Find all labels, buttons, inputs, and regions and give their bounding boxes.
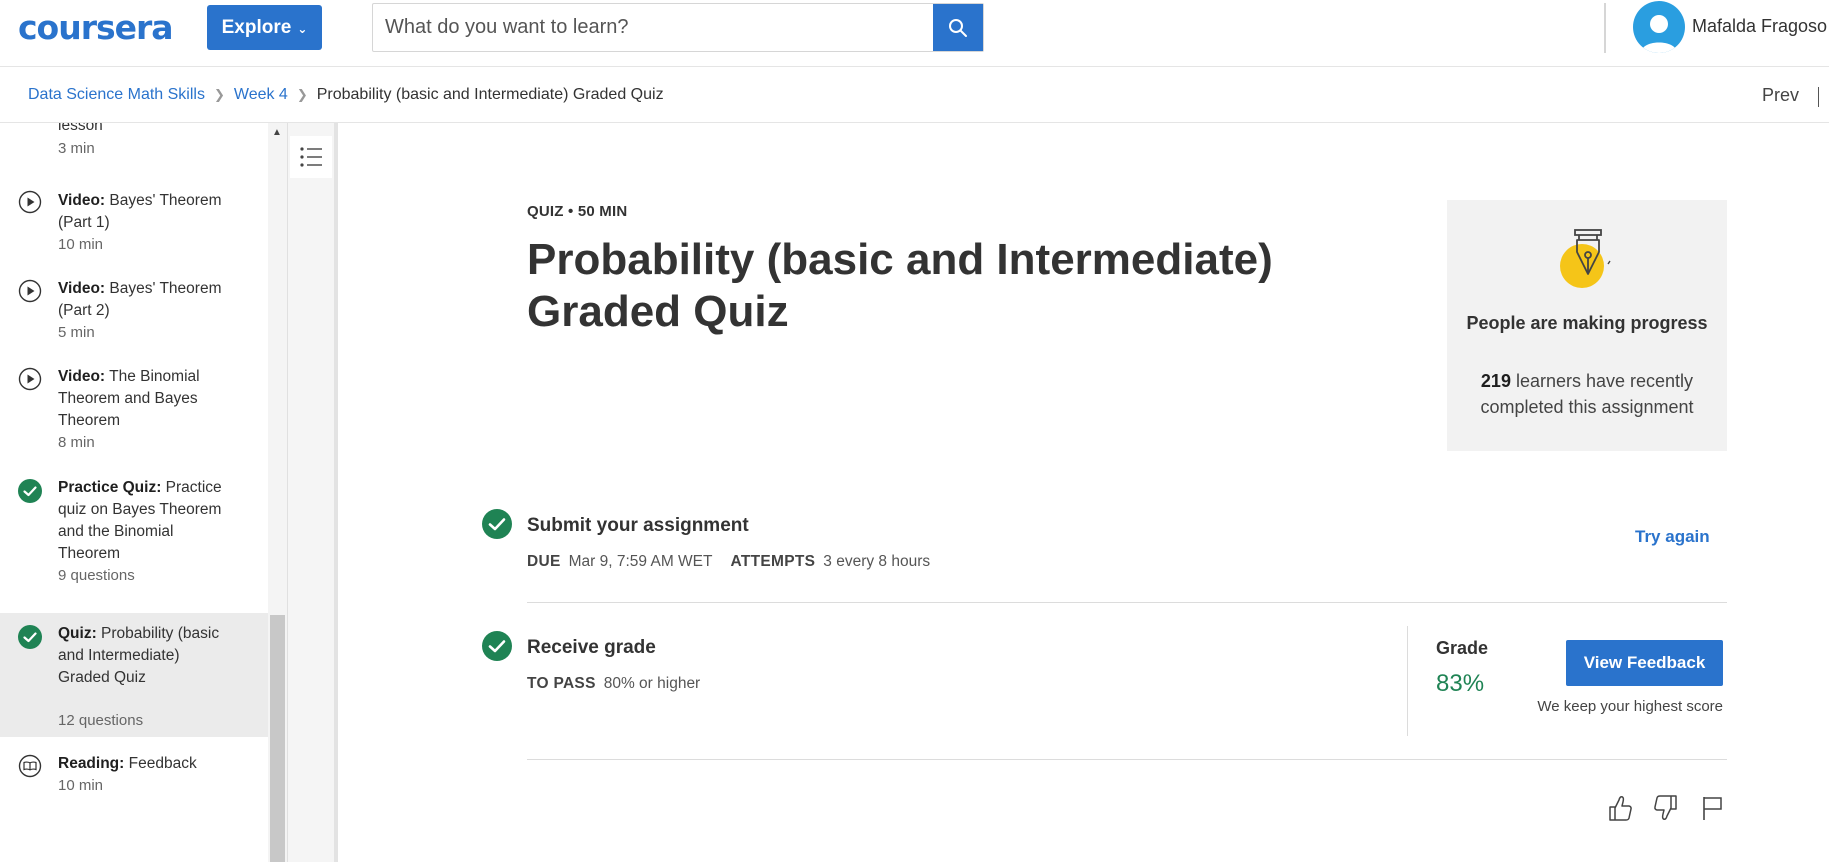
check-circle-icon (18, 479, 42, 503)
breadcrumb-course[interactable]: Data Science Math Skills (28, 86, 205, 104)
thumbs-up-icon[interactable] (1607, 794, 1633, 822)
to-pass-label: TO PASS (527, 675, 596, 692)
sidebar-item-meta: 9 questions (58, 567, 135, 584)
chevron-down-icon: ⌄ (297, 21, 308, 36)
item-title: Feedback (124, 755, 197, 772)
scroll-up-icon[interactable]: ▲ (272, 127, 282, 138)
sidebar-item-label: Quiz: Probability (basic and Intermediat… (58, 623, 228, 689)
sidebar-item-label: Practice Quiz: Practice quiz on Bayes Th… (58, 477, 233, 565)
sidebar-item-practice-quiz[interactable]: Practice Quiz: Practice quiz on Bayes Th… (0, 463, 268, 593)
sidebar-item-bayes-1[interactable]: Video: Bayes' Theorem (Part 1) 10 min (0, 175, 268, 261)
sidebar-item-lesson[interactable]: lesson 3 min (0, 123, 268, 175)
submit-title: Submit your assignment (527, 515, 749, 536)
sidebar-item-label: Video: Bayes' Theorem (Part 1) (58, 190, 233, 234)
attempts-value: 3 every 8 hours (823, 553, 931, 570)
sidebar-item-binomial[interactable]: Video: The Binomial Theorem and Bayes Th… (0, 351, 268, 459)
avatar[interactable] (1633, 1, 1685, 53)
sidebar-item-meta: 5 min (58, 324, 95, 341)
flag-icon[interactable] (1699, 794, 1725, 822)
nav-divider (1818, 87, 1819, 107)
progress-description: learners have recently completed this as… (1480, 371, 1694, 417)
play-circle-icon (18, 190, 42, 214)
sidebar-item-feedback[interactable]: Reading: Feedback 10 min (0, 737, 268, 807)
sidebar-item-label: lesson (58, 123, 103, 134)
sidebar-item-meta: 10 min (58, 236, 104, 253)
item-type: Reading: (58, 755, 125, 772)
progress-text: 219 learners have recently completed thi… (1447, 368, 1727, 420)
book-icon (18, 754, 42, 778)
sidebar-item-label: Video: Bayes' Theorem (Part 2) (58, 278, 233, 322)
sidebar-item-meta: 8 min (58, 434, 95, 451)
receive-grade-title: Receive grade (527, 637, 656, 658)
breadcrumb-bar: Data Science Math Skills ❯ Week 4 ❯ Prob… (0, 67, 1829, 123)
grade-divider (1407, 626, 1408, 736)
sidebar-item-graded-quiz[interactable]: Quiz: Probability (basic and Intermediat… (0, 613, 268, 737)
search-bar (372, 3, 984, 52)
sidebar-item-meta: 12 questions (58, 712, 144, 729)
grade-label: Grade (1436, 638, 1489, 658)
attempts-label: ATTEMPTS (730, 553, 816, 570)
due-value: Mar 9, 7:59 AM WET (568, 553, 713, 570)
due-label: DUE (527, 553, 561, 570)
breadcrumb-week[interactable]: Week 4 (234, 86, 288, 104)
search-input[interactable] (373, 4, 933, 51)
header-divider (1604, 3, 1606, 53)
view-feedback-button[interactable]: View Feedback (1566, 640, 1723, 686)
chevron-right-icon: ❯ (213, 87, 225, 102)
search-icon (949, 18, 967, 37)
user-name[interactable]: Mafalda Fragoso (1692, 16, 1827, 37)
check-circle-icon (482, 631, 512, 661)
pen-nib-icon (1560, 229, 1611, 288)
sidebar-scrollbar[interactable]: ▲ (268, 123, 287, 862)
play-circle-icon (18, 279, 42, 303)
progress-card: People are making progress 219 learners … (1447, 200, 1727, 451)
explore-button[interactable]: Explore ⌄ (207, 5, 322, 50)
breadcrumb: Data Science Math Skills ❯ Week 4 ❯ Prob… (28, 86, 664, 104)
to-pass-value: 80% or higher (603, 675, 701, 692)
divider (527, 602, 1727, 603)
page-title: Probability (basic and Intermediate) Gra… (527, 235, 1273, 336)
top-header: coursera Explore ⌄ Mafalda Fragoso (0, 0, 1829, 67)
learner-count: 219 (1480, 371, 1511, 391)
thumbs-down-icon[interactable] (1653, 794, 1679, 822)
item-type: Practice Quiz: (58, 479, 162, 496)
divider (527, 759, 1727, 760)
sidebar-item-label: Reading: Feedback (58, 753, 233, 775)
breadcrumb-current: Probability (basic and Intermediate) Gra… (316, 86, 664, 103)
progress-title: People are making progress (1466, 313, 1708, 333)
pass-meta: TO PASS 80% or higher (527, 675, 700, 693)
item-type: Video: (58, 280, 106, 297)
toggle-outline-button[interactable] (290, 136, 332, 178)
prev-link[interactable]: Prev (1762, 85, 1799, 106)
search-button[interactable] (933, 4, 983, 51)
check-circle-icon (482, 509, 512, 539)
chevron-right-icon: ❯ (296, 87, 308, 102)
sidebar-item-meta: 3 min (58, 140, 95, 157)
quiz-meta: QUIZ • 50 MIN (527, 203, 628, 220)
explore-label: Explore (221, 16, 292, 38)
sidebar-item-bayes-2[interactable]: Video: Bayes' Theorem (Part 2) 5 min (0, 263, 268, 349)
play-circle-icon (18, 367, 42, 391)
submit-meta: DUE Mar 9, 7:59 AM WET ATTEMPTS 3 every 8 h… (527, 553, 930, 571)
item-type: Video: (58, 368, 106, 385)
outline-rail (288, 123, 338, 862)
sidebar-item-meta: 10 min (58, 777, 104, 794)
highest-score-note: We keep your highest score (1537, 698, 1723, 715)
grade-value: 83% (1436, 670, 1485, 697)
course-sidebar: lesson 3 min Video: Bayes' Theorem (Part… (0, 123, 268, 862)
check-circle-icon (18, 625, 42, 649)
user-icon (1641, 15, 1677, 53)
item-type: Quiz: (58, 625, 97, 642)
sidebar-item-label: Video: The Binomial Theorem and Bayes Th… (58, 366, 233, 432)
item-type: Video: (58, 192, 106, 209)
try-again-link[interactable]: Try again (1635, 527, 1710, 547)
scrollbar-thumb[interactable] (270, 615, 285, 862)
coursera-logo[interactable]: coursera (18, 8, 174, 47)
list-icon (300, 147, 322, 167)
feedback-actions (1607, 794, 1725, 822)
